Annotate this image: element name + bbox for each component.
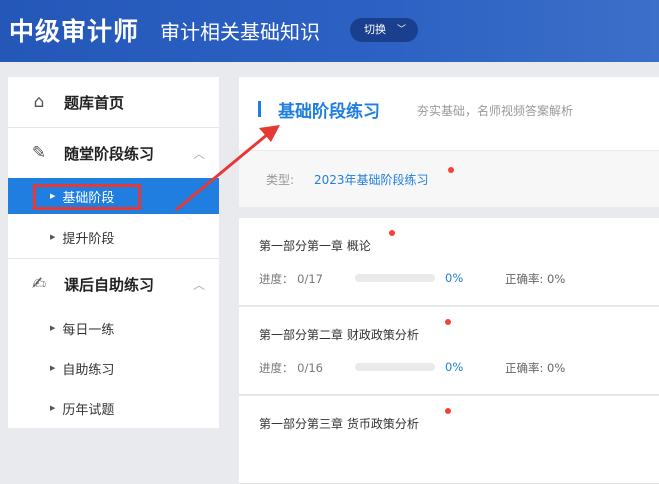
chapter-title: 第一部分第二章 财政政策分析 (259, 328, 419, 342)
sidebar-item-class-practice[interactable]: ✎ 随堂阶段练习 ︿ (8, 128, 219, 178)
sidebar-item-daily[interactable]: ▶ 每日一练 (8, 310, 219, 346)
annotation-highlight-box (33, 184, 141, 210)
chevron-up-icon: ︿ (192, 277, 205, 292)
chapter-title: 第一部分第一章 概论 (259, 239, 371, 253)
caret-right-icon: ▶ (50, 233, 56, 241)
sidebar-item-label: 提升阶段 (62, 231, 115, 247)
chevron-up-icon: ︿ (192, 146, 205, 161)
sidebar-item-label: 历年试题 (62, 402, 115, 418)
subject-title: 审计相关基础知识 (160, 20, 320, 44)
sidebar-item-advanced-stage[interactable]: ▶ 提升阶段 (8, 219, 219, 255)
header: 中级审计师 审计相关基础知识 切换 ﹀ (0, 0, 659, 62)
switch-button[interactable]: 切换 ﹀ (350, 18, 418, 42)
caret-right-icon: ▶ (50, 404, 56, 412)
notebook-icon: ✍ (31, 274, 47, 294)
title-accent-bar (258, 101, 261, 117)
type-filter: 类型: 2023年基础阶段练习 (239, 151, 659, 207)
caret-right-icon: ▶ (50, 324, 56, 332)
progress-percent: 0% (445, 271, 464, 285)
sidebar-item-basic-stage[interactable]: ▶ 基础阶段 (8, 178, 219, 214)
progress-text: 进度： 0/16 (259, 361, 323, 375)
type-label: 类型: (266, 173, 295, 187)
progress-bar (355, 274, 435, 282)
progress-percent: 0% (445, 360, 464, 374)
chapter-card[interactable]: 第一部分第三章 货币政策分析 (239, 396, 659, 484)
sidebar-item-label: 课后自助练习 (64, 275, 155, 294)
accuracy-text: 正确率: 0% (505, 361, 566, 375)
sidebar-item-label: 题库首页 (64, 93, 125, 112)
progress-bar (355, 363, 435, 371)
app-logo: 中级审计师 (9, 17, 140, 46)
sidebar-item-past-exams[interactable]: ▶ 历年试题 (8, 390, 219, 426)
section-header: 基础阶段练习 夯实基础，名师视频答案解析 (239, 77, 659, 150)
new-dot (445, 319, 451, 325)
sidebar-item-self-practice[interactable]: ✍ 课后自助练习 ︿ (8, 259, 219, 309)
new-dot (448, 167, 454, 173)
switch-label: 切换 (364, 23, 386, 36)
type-option[interactable]: 2023年基础阶段练习 (314, 171, 429, 188)
progress-text: 进度： 0/17 (259, 272, 323, 286)
chapter-card[interactable]: 第一部分第二章 财政政策分析 进度： 0/16 0% 正确率: 0% (239, 307, 659, 395)
sidebar: ⌂ 题库首页 ✎ 随堂阶段练习 ︿ ▶ 基础阶段 ▶ 提升阶段 ✍ 课后自助练习 ︿ ▶ 每日一… (8, 77, 219, 428)
chapter-card[interactable]: 第一部分第一章 概论 进度： 0/17 0% 正确率: 0% (239, 218, 659, 306)
sidebar-item-label: 自助练习 (62, 362, 115, 378)
new-dot (389, 230, 395, 236)
accuracy-text: 正确率: 0% (505, 272, 566, 286)
chapter-title: 第一部分第三章 货币政策分析 (259, 417, 419, 431)
sidebar-item-self-help[interactable]: ▶ 自助练习 (8, 350, 219, 386)
sidebar-item-label: 随堂阶段练习 (64, 144, 155, 163)
page-title: 基础阶段练习 (278, 102, 380, 122)
chevron-down-icon: ﹀ (396, 25, 406, 35)
page-tagline: 夯实基础，名师视频答案解析 (417, 104, 574, 118)
pencil-icon: ✎ (31, 143, 47, 163)
sidebar-item-home[interactable]: ⌂ 题库首页 (8, 77, 219, 127)
sidebar-item-label: 每日一练 (62, 322, 115, 338)
caret-right-icon: ▶ (50, 364, 56, 372)
home-icon: ⌂ (33, 92, 45, 112)
new-dot (445, 408, 451, 414)
